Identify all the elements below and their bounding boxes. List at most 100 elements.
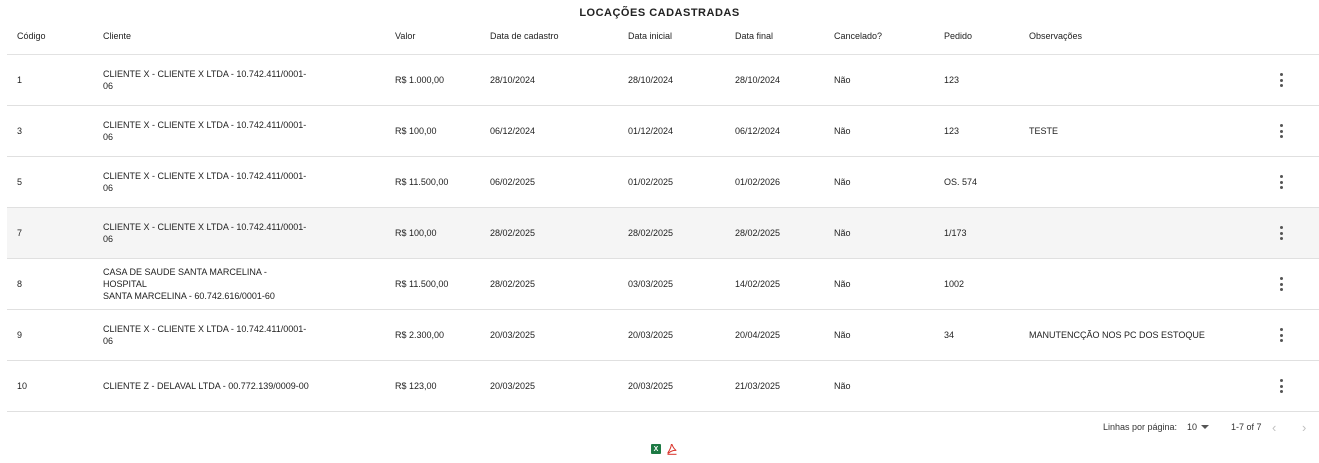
- caret-down-icon: [1201, 425, 1210, 429]
- cell-cliente-line2: 06: [103, 81, 114, 91]
- cell-pedido: 123: [944, 75, 960, 85]
- cell-data-cadastro: 28/02/2025: [490, 228, 536, 238]
- col-codigo[interactable]: Código: [17, 31, 46, 41]
- cell-pedido: OS. 574: [944, 177, 978, 187]
- table-row[interactable]: 8 CASA DE SAUDE SANTA MARCELINA - HOSPIT…: [7, 259, 1319, 310]
- cell-cliente: CLIENTE X - CLIENTE X LTDA - 10.742.411/…: [103, 157, 313, 207]
- cell-pedido: 1002: [944, 279, 965, 289]
- rows-per-page-value: 10: [1187, 422, 1198, 432]
- cell-cliente-line1: CLIENTE X - CLIENTE X LTDA - 10.742.411/…: [103, 171, 307, 181]
- prev-page-icon[interactable]: ‹: [1272, 420, 1276, 435]
- cell-valor: R$ 100,00: [395, 126, 437, 136]
- cell-data-inicial: 03/03/2025: [628, 279, 674, 289]
- table-row[interactable]: 10 CLIENTE Z - DELAVAL LTDA - 00.772.139…: [7, 361, 1319, 412]
- cell-data-inicial: 01/12/2024: [628, 126, 674, 136]
- cell-cancelado: Não: [834, 126, 851, 136]
- cell-data-final: 06/12/2024: [735, 126, 781, 136]
- cell-cliente-line2: 06: [103, 234, 114, 244]
- cell-cliente: CLIENTE Z - DELAVAL LTDA - 00.772.139/00…: [103, 361, 363, 411]
- cell-data-cadastro: 06/12/2024: [490, 126, 536, 136]
- cell-valor: R$ 11.500,00: [395, 279, 449, 289]
- table-header: Código Cliente Valor Data de cadastro Da…: [7, 22, 1319, 55]
- cell-data-inicial: 01/02/2025: [628, 177, 674, 187]
- cell-data-final: 20/04/2025: [735, 330, 781, 340]
- cell-pedido: 34: [944, 330, 955, 340]
- rows-per-page-label: Linhas por página:: [1103, 422, 1178, 432]
- cell-cancelado: Não: [834, 75, 851, 85]
- cell-data-cadastro: 28/10/2024: [490, 75, 536, 85]
- cell-cliente-line2: 06: [103, 183, 114, 193]
- cell-data-inicial: 28/10/2024: [628, 75, 674, 85]
- cell-cancelado: Não: [834, 228, 851, 238]
- table-row[interactable]: 5 CLIENTE X - CLIENTE X LTDA - 10.742.41…: [7, 157, 1319, 208]
- cell-cancelado: Não: [834, 177, 851, 187]
- cell-valor: R$ 11.500,00: [395, 177, 449, 187]
- cell-codigo: 5: [17, 177, 23, 187]
- cell-codigo: 7: [17, 228, 23, 238]
- cell-pedido: 1/173: [944, 228, 967, 238]
- cell-pedido: 123: [944, 126, 960, 136]
- cell-data-inicial: 28/02/2025: [628, 228, 674, 238]
- cell-cancelado: Não: [834, 330, 851, 340]
- row-actions-menu-icon[interactable]: [1277, 175, 1285, 189]
- col-data-cadastro[interactable]: Data de cadastro: [490, 31, 559, 41]
- cell-data-final: 28/02/2025: [735, 228, 781, 238]
- table-row[interactable]: 9 CLIENTE X - CLIENTE X LTDA - 10.742.41…: [7, 310, 1319, 361]
- cell-valor: R$ 123,00: [395, 381, 437, 391]
- next-page-icon[interactable]: ›: [1302, 420, 1306, 435]
- row-actions-menu-icon[interactable]: [1277, 328, 1285, 342]
- col-pedido[interactable]: Pedido: [944, 31, 972, 41]
- pdf-icon[interactable]: [667, 444, 677, 455]
- table-row[interactable]: 3 CLIENTE X - CLIENTE X LTDA - 10.742.41…: [7, 106, 1319, 157]
- col-data-final[interactable]: Data final: [735, 31, 773, 41]
- cell-data-cadastro: 20/03/2025: [490, 381, 536, 391]
- pagination-range: 1-7 of 7: [1231, 422, 1262, 432]
- cell-cliente-line2: 06: [103, 336, 114, 346]
- cell-codigo: 1: [17, 75, 23, 85]
- cell-valor: R$ 1.000,00: [395, 75, 445, 85]
- cell-cliente: CLIENTE X - CLIENTE X LTDA - 10.742.411/…: [103, 106, 313, 156]
- col-valor[interactable]: Valor: [395, 31, 415, 41]
- excel-icon[interactable]: X: [651, 444, 661, 454]
- cell-data-inicial: 20/03/2025: [628, 330, 674, 340]
- cell-observacoes: TESTE: [1029, 126, 1059, 136]
- cell-codigo: 9: [17, 330, 23, 340]
- cell-cliente-line1: CASA DE SAUDE SANTA MARCELINA - HOSPITAL: [103, 267, 267, 289]
- cell-cliente-line2: SANTA MARCELINA - 60.742.616/0001-60: [103, 291, 275, 301]
- export-buttons: X: [651, 444, 677, 455]
- col-cliente[interactable]: Cliente: [103, 31, 131, 41]
- cell-cliente: CLIENTE X - CLIENTE X LTDA - 10.742.411/…: [103, 310, 313, 360]
- cell-cliente: CLIENTE X - CLIENTE X LTDA - 10.742.411/…: [103, 208, 313, 258]
- cell-cliente: CLIENTE X - CLIENTE X LTDA - 10.742.411/…: [103, 55, 313, 105]
- row-actions-menu-icon[interactable]: [1277, 124, 1285, 138]
- row-actions-menu-icon[interactable]: [1277, 226, 1285, 240]
- row-actions-menu-icon[interactable]: [1277, 73, 1285, 87]
- cell-data-cadastro: 28/02/2025: [490, 279, 536, 289]
- table-row[interactable]: 7 CLIENTE X - CLIENTE X LTDA - 10.742.41…: [7, 208, 1319, 259]
- col-cancelado[interactable]: Cancelado?: [834, 31, 882, 41]
- rows-per-page-select[interactable]: 10: [1187, 422, 1210, 432]
- table-row[interactable]: 1 CLIENTE X - CLIENTE X LTDA - 10.742.41…: [7, 55, 1319, 106]
- col-observacoes[interactable]: Observações: [1029, 31, 1082, 41]
- cell-data-final: 01/02/2026: [735, 177, 781, 187]
- cell-cliente-line1: CLIENTE X - CLIENTE X LTDA - 10.742.411/…: [103, 120, 307, 130]
- cell-cliente-line1: CLIENTE X - CLIENTE X LTDA - 10.742.411/…: [103, 69, 307, 79]
- cell-valor: R$ 100,00: [395, 228, 437, 238]
- cell-data-final: 28/10/2024: [735, 75, 781, 85]
- cell-data-inicial: 20/03/2025: [628, 381, 674, 391]
- cell-valor: R$ 2.300,00: [395, 330, 445, 340]
- row-actions-menu-icon[interactable]: [1277, 379, 1285, 393]
- cell-observacoes: MANUTENCÇÃO NOS PC DOS ESTOQUE: [1029, 330, 1205, 340]
- cell-cliente-line1: CLIENTE X - CLIENTE X LTDA - 10.742.411/…: [103, 222, 307, 232]
- cell-cliente-line2: 06: [103, 132, 114, 142]
- cell-data-cadastro: 20/03/2025: [490, 330, 536, 340]
- cell-data-cadastro: 06/02/2025: [490, 177, 536, 187]
- col-data-inicial[interactable]: Data inicial: [628, 31, 672, 41]
- cell-codigo: 10: [17, 381, 28, 391]
- cell-cancelado: Não: [834, 381, 851, 391]
- cell-data-final: 21/03/2025: [735, 381, 781, 391]
- cell-cancelado: Não: [834, 279, 851, 289]
- cell-codigo: 3: [17, 126, 23, 136]
- row-actions-menu-icon[interactable]: [1277, 277, 1285, 291]
- cell-codigo: 8: [17, 279, 23, 289]
